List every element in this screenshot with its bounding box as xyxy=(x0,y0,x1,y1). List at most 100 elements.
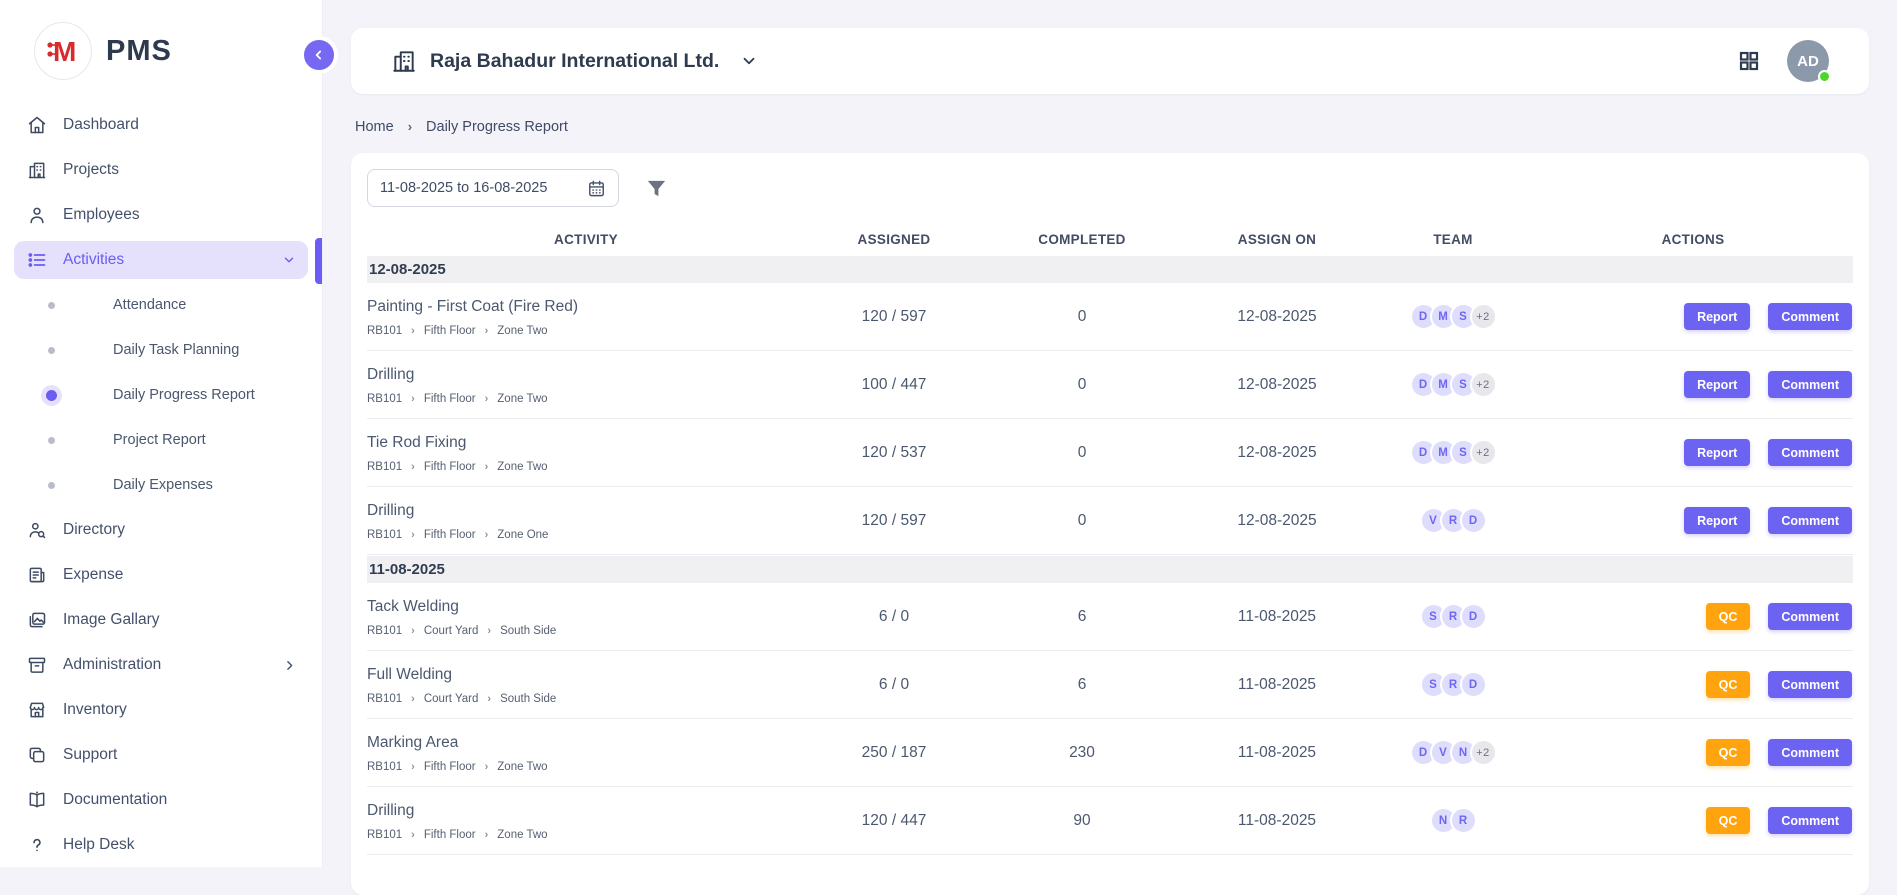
sidebar-item-dashboard[interactable]: Dashboard xyxy=(14,106,308,144)
report-button[interactable]: Report xyxy=(1684,439,1750,466)
sidebar-item-documentation[interactable]: Documentation xyxy=(14,781,308,819)
sidebar-subitem-daily-task-planning[interactable]: Daily Task Planning xyxy=(14,331,308,369)
activity-cell: Tie Rod FixingRB101›Fifth Floor›Zone Two xyxy=(367,432,805,473)
brand-name: PMS xyxy=(106,35,172,68)
sidebar-item-expense[interactable]: Expense xyxy=(14,556,308,594)
person-search-icon xyxy=(26,519,48,541)
sidebar-subitem-label: Attendance xyxy=(113,297,186,313)
sidebar-item-label: Directory xyxy=(63,521,125,539)
comment-button[interactable]: Comment xyxy=(1768,303,1852,330)
qc-button[interactable]: QC xyxy=(1706,671,1751,698)
qc-button[interactable]: QC xyxy=(1706,603,1751,630)
chevron-right-icon: › xyxy=(487,693,491,705)
path-segment: Zone Two xyxy=(497,325,547,337)
filter-icon[interactable] xyxy=(645,177,668,200)
path-segment: Fifth Floor xyxy=(424,393,476,405)
path-segment: RB101 xyxy=(367,325,402,337)
sidebar-item-administration[interactable]: Administration xyxy=(14,646,308,684)
qc-button[interactable]: QC xyxy=(1706,739,1751,766)
comment-button[interactable]: Comment xyxy=(1768,371,1852,398)
sidebar-item-employees[interactable]: Employees xyxy=(14,196,308,234)
sidebar-subitem-attendance[interactable]: Attendance xyxy=(14,286,308,324)
sidebar-item-label: Projects xyxy=(63,161,119,179)
sidebar-subitem-daily-expenses[interactable]: Daily Expenses xyxy=(14,466,308,504)
path-segment: Court Yard xyxy=(424,625,479,637)
comment-button[interactable]: Comment xyxy=(1768,439,1852,466)
actions-cell: QC Comment xyxy=(1533,807,1853,834)
column-header-assigned: ASSIGNED xyxy=(805,232,983,247)
team-avatar: R xyxy=(1450,807,1477,834)
sidebar-item-label: Image Gallary xyxy=(63,611,159,629)
user-avatar[interactable]: AD xyxy=(1787,40,1829,82)
sidebar-subitem-label: Daily Expenses xyxy=(113,477,213,493)
sidebar-item-image-gallary[interactable]: Image Gallary xyxy=(14,601,308,639)
brand: M PMS xyxy=(0,0,322,80)
sidebar-item-directory[interactable]: Directory xyxy=(14,511,308,549)
breadcrumb-current: Daily Progress Report xyxy=(426,119,568,135)
comment-button[interactable]: Comment xyxy=(1768,603,1852,630)
report-button[interactable]: Report xyxy=(1684,507,1750,534)
sidebar-subitem-daily-progress-report[interactable]: Daily Progress Report xyxy=(14,376,308,414)
table-row: Tie Rod FixingRB101›Fifth Floor›Zone Two… xyxy=(367,419,1853,487)
sidebar-item-projects[interactable]: Projects xyxy=(14,151,308,189)
sidebar-collapse-button[interactable] xyxy=(300,36,338,74)
comment-button[interactable]: Comment xyxy=(1768,507,1852,534)
activity-cell: DrillingRB101›Fifth Floor›Zone One xyxy=(367,500,805,541)
home-icon xyxy=(26,114,48,136)
activity-cell: Painting - First Coat (Fire Red)RB101›Fi… xyxy=(367,296,805,337)
sidebar-item-inventory[interactable]: Inventory xyxy=(14,691,308,729)
completed-value: 0 xyxy=(983,512,1181,530)
activity-cell: Full WeldingRB101›Court Yard›South Side xyxy=(367,664,805,705)
sidebar-subitem-project-report[interactable]: Project Report xyxy=(14,421,308,459)
path-segment: RB101 xyxy=(367,393,402,405)
team-extra-badge: +2 xyxy=(1470,371,1497,398)
activity-title: Drilling xyxy=(367,502,805,520)
team-avatars: DMS+2 xyxy=(1373,371,1533,398)
date-range-input[interactable]: 11-08-2025 to 16-08-2025 xyxy=(367,169,619,207)
activity-path: RB101›Fifth Floor›Zone Two xyxy=(367,461,805,473)
activity-title: Drilling xyxy=(367,802,805,820)
column-header-actions: ACTIONS xyxy=(1533,232,1853,247)
team-extra-badge: +2 xyxy=(1470,303,1497,330)
comment-button[interactable]: Comment xyxy=(1768,671,1852,698)
qc-button[interactable]: QC xyxy=(1706,807,1751,834)
bullet-icon xyxy=(48,302,55,309)
report-button[interactable]: Report xyxy=(1684,303,1750,330)
chevron-down-icon xyxy=(282,253,296,267)
question-icon xyxy=(26,834,48,856)
activity-cell: DrillingRB101›Fifth Floor›Zone Two xyxy=(367,800,805,841)
actions-cell: Report Comment xyxy=(1533,371,1853,398)
breadcrumb: Home › Daily Progress Report xyxy=(351,116,1869,138)
breadcrumb-home[interactable]: Home xyxy=(355,119,394,135)
comment-button[interactable]: Comment xyxy=(1768,807,1852,834)
calendar-icon xyxy=(587,179,606,198)
store-icon xyxy=(26,699,48,721)
team-avatars: SRD xyxy=(1373,671,1533,698)
comment-button[interactable]: Comment xyxy=(1768,739,1852,766)
table-row: DrillingRB101›Fifth Floor›Zone Two120 / … xyxy=(367,787,1853,855)
team-avatars: DMS+2 xyxy=(1373,439,1533,466)
bullet-icon xyxy=(48,482,55,489)
sidebar-item-support[interactable]: Support xyxy=(14,736,308,774)
apps-grid-icon[interactable] xyxy=(1737,49,1761,73)
sidebar-subitem-label: Project Report xyxy=(113,432,206,448)
chevron-right-icon: › xyxy=(411,761,415,773)
path-segment: RB101 xyxy=(367,829,402,841)
path-segment: RB101 xyxy=(367,625,402,637)
company-selector[interactable]: Raja Bahadur International Ltd. xyxy=(391,48,758,74)
bullet-icon xyxy=(48,347,55,354)
path-segment: Fifth Floor xyxy=(424,761,476,773)
actions-cell: QC Comment xyxy=(1533,671,1853,698)
sidebar-subitem-label: Daily Progress Report xyxy=(113,387,255,403)
chevron-right-icon xyxy=(283,659,296,672)
team-avatar: D xyxy=(1460,603,1487,630)
completed-value: 230 xyxy=(983,744,1181,762)
team-avatars: VRD xyxy=(1373,507,1533,534)
team-avatars: SRD xyxy=(1373,603,1533,630)
report-button[interactable]: Report xyxy=(1684,371,1750,398)
assign-on-value: 11-08-2025 xyxy=(1181,744,1373,762)
team-avatars: DVN+2 xyxy=(1373,739,1533,766)
sidebar-item-activities[interactable]: Activities xyxy=(14,241,308,279)
sidebar-item-help-desk[interactable]: Help Desk xyxy=(14,826,308,864)
team-extra-badge: +2 xyxy=(1470,439,1497,466)
